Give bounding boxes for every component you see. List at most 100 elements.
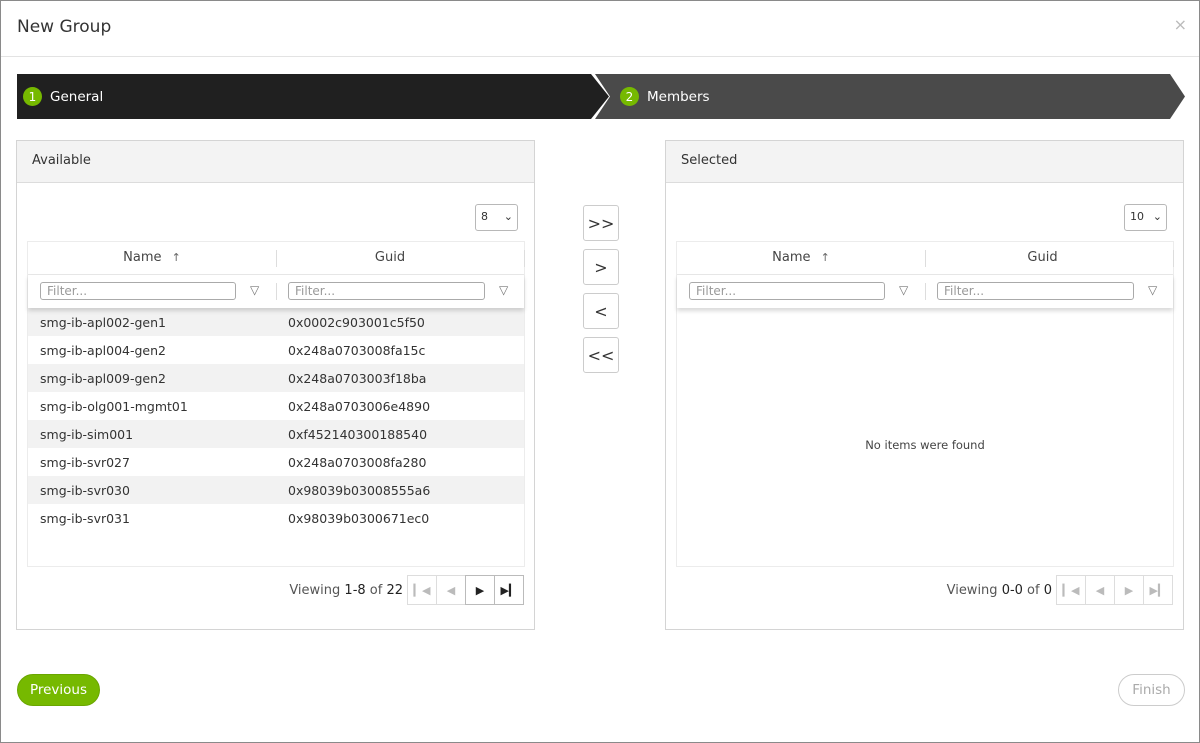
selected-grid: Name ↑ Guid Filter... ▽ Filter... ▽ No i… [676, 241, 1174, 567]
available-panel: Available 8 ⌄ Name ↑ Guid Filter... ▽ Fi… [16, 140, 535, 630]
step-number: 1 [23, 87, 42, 106]
pager-total: 0 [1043, 582, 1052, 598]
pagination: Viewing 1-8 of 22 ▎◀ ◀ ▶ ▶▎ [289, 575, 524, 605]
cell-guid: 0x98039b0300671ec0 [288, 510, 430, 526]
column-divider [925, 283, 926, 300]
add-all-button[interactable]: >> [583, 205, 619, 241]
column-divider[interactable] [524, 250, 525, 267]
pagination: Viewing 0-0 of 0 ▎◀ ◀ ▶ ▶▎ [947, 575, 1173, 605]
name-filter-input[interactable]: Filter... [40, 282, 236, 300]
cell-guid: 0x0002c903001c5f50 [288, 314, 425, 330]
next-page-icon[interactable]: ▶ [465, 575, 495, 605]
cell-guid: 0x248a0703008fa280 [288, 454, 427, 470]
column-name-label: Name [123, 250, 162, 265]
table-row[interactable]: smg-ib-svr030 0x98039b03008555a6 [28, 476, 524, 504]
table-row[interactable]: smg-ib-svr027 0x248a0703008fa280 [28, 448, 524, 476]
table-row[interactable]: smg-ib-apl009-gen2 0x248a0703003f18ba [28, 364, 524, 392]
step-general[interactable]: 1 General [23, 74, 103, 119]
page-size-select[interactable]: 10 ⌄ [1124, 204, 1167, 231]
step-label: General [50, 88, 104, 105]
finish-button[interactable]: Finish [1118, 674, 1185, 706]
filter-icon[interactable]: ▽ [250, 283, 259, 297]
table-row[interactable]: smg-ib-olg001-mgmt01 0x248a0703006e4890 [28, 392, 524, 420]
page-size-select[interactable]: 8 ⌄ [475, 204, 518, 231]
remove-button[interactable]: < [583, 293, 619, 329]
previous-button[interactable]: Previous [17, 674, 100, 706]
grid-rows: smg-ib-apl002-gen1 0x0002c903001c5f50 smg… [28, 308, 524, 532]
filter-icon[interactable]: ▽ [1148, 283, 1157, 297]
step-label: Members [647, 88, 710, 105]
cell-guid: 0x98039b03008555a6 [288, 482, 431, 498]
column-name-label: Name [772, 250, 811, 265]
cell-guid: 0x248a0703006e4890 [288, 398, 431, 414]
page-size-value: 10 [1130, 210, 1144, 223]
selected-panel: Selected 10 ⌄ Name ↑ Guid Filter... ▽ Fi… [665, 140, 1184, 630]
table-row[interactable]: smg-ib-apl004-gen2 0x248a0703008fa15c [28, 336, 524, 364]
step-number: 2 [620, 87, 639, 106]
column-divider [1173, 283, 1174, 300]
grid-header: Name ↑ Guid [677, 242, 1174, 275]
first-page-icon[interactable]: ▎◀ [407, 575, 437, 605]
cell-name: smg-ib-svr027 [40, 454, 130, 470]
pager-prefix: Viewing [289, 582, 345, 598]
pager-of: of [365, 582, 387, 598]
chevron-down-icon: ⌄ [503, 210, 513, 223]
pager-total: 22 [386, 582, 403, 598]
table-row[interactable]: smg-ib-apl002-gen1 0x0002c903001c5f50 [28, 308, 524, 336]
empty-message: No items were found [865, 438, 985, 452]
remove-all-button[interactable]: << [583, 337, 619, 373]
dialog-title: New Group [17, 17, 112, 37]
last-page-icon[interactable]: ▶▎ [1143, 575, 1173, 605]
pager-prefix: Viewing [946, 582, 1002, 598]
cell-name: smg-ib-apl004-gen2 [40, 342, 166, 358]
filter-row: Filter... ▽ Filter... ▽ [677, 275, 1174, 308]
column-guid-header[interactable]: Guid [277, 250, 503, 265]
guid-filter-input[interactable]: Filter... [288, 282, 485, 300]
cell-name: smg-ib-svr031 [40, 510, 130, 526]
pager-of: of [1022, 582, 1044, 598]
step-members[interactable]: 2 Members [620, 74, 710, 119]
column-divider [276, 283, 277, 300]
last-page-icon[interactable]: ▶▎ [494, 575, 524, 605]
column-name-header[interactable]: Name ↑ [28, 250, 276, 265]
cell-guid: 0x248a0703008fa15c [288, 342, 426, 358]
filter-icon[interactable]: ▽ [499, 283, 508, 297]
cell-guid: 0xf452140300188540 [288, 426, 428, 442]
pager-status: Viewing 1-8 of 22 [289, 583, 403, 598]
table-row[interactable]: smg-ib-svr031 0x98039b0300671ec0 [28, 504, 524, 532]
new-group-dialog: New Group × 1 General 2 Members Availabl… [0, 0, 1200, 743]
filter-icon[interactable]: ▽ [899, 283, 908, 297]
wizard-stepper: 1 General 2 Members [17, 74, 1185, 119]
dialog-header: New Group × [1, 1, 1199, 57]
column-divider[interactable] [1173, 250, 1174, 267]
first-page-icon[interactable]: ▎◀ [1056, 575, 1086, 605]
name-filter-input[interactable]: Filter... [689, 282, 885, 300]
panel-title: Available [17, 141, 534, 183]
cell-name: smg-ib-apl002-gen1 [40, 314, 166, 330]
guid-filter-input[interactable]: Filter... [937, 282, 1134, 300]
column-divider [524, 283, 525, 300]
cell-name: smg-ib-olg001-mgmt01 [40, 398, 188, 414]
next-page-icon[interactable]: ▶ [1114, 575, 1144, 605]
prev-page-icon[interactable]: ◀ [1085, 575, 1115, 605]
pager-range: 1-8 [344, 582, 366, 598]
available-grid: Name ↑ Guid Filter... ▽ Filter... ▽ smg-… [27, 241, 525, 567]
pager-status: Viewing 0-0 of 0 [947, 583, 1052, 598]
chevron-down-icon: ⌄ [1152, 210, 1162, 223]
sort-asc-icon: ↑ [820, 251, 830, 264]
close-icon[interactable]: × [1174, 15, 1187, 34]
cell-name: smg-ib-svr030 [40, 482, 130, 498]
table-row[interactable]: smg-ib-sim001 0xf452140300188540 [28, 420, 524, 448]
cell-guid: 0x248a0703003f18ba [288, 370, 427, 386]
column-guid-header[interactable]: Guid [926, 250, 1159, 265]
pager-range: 0-0 [1001, 582, 1023, 598]
column-name-header[interactable]: Name ↑ [677, 250, 925, 265]
grid-header: Name ↑ Guid [28, 242, 525, 275]
stepper-background [17, 74, 1185, 119]
filter-row: Filter... ▽ Filter... ▽ [28, 275, 525, 308]
cell-name: smg-ib-apl009-gen2 [40, 370, 166, 386]
sort-asc-icon: ↑ [171, 251, 181, 264]
add-button[interactable]: > [583, 249, 619, 285]
panel-title: Selected [666, 141, 1183, 183]
prev-page-icon[interactable]: ◀ [436, 575, 466, 605]
